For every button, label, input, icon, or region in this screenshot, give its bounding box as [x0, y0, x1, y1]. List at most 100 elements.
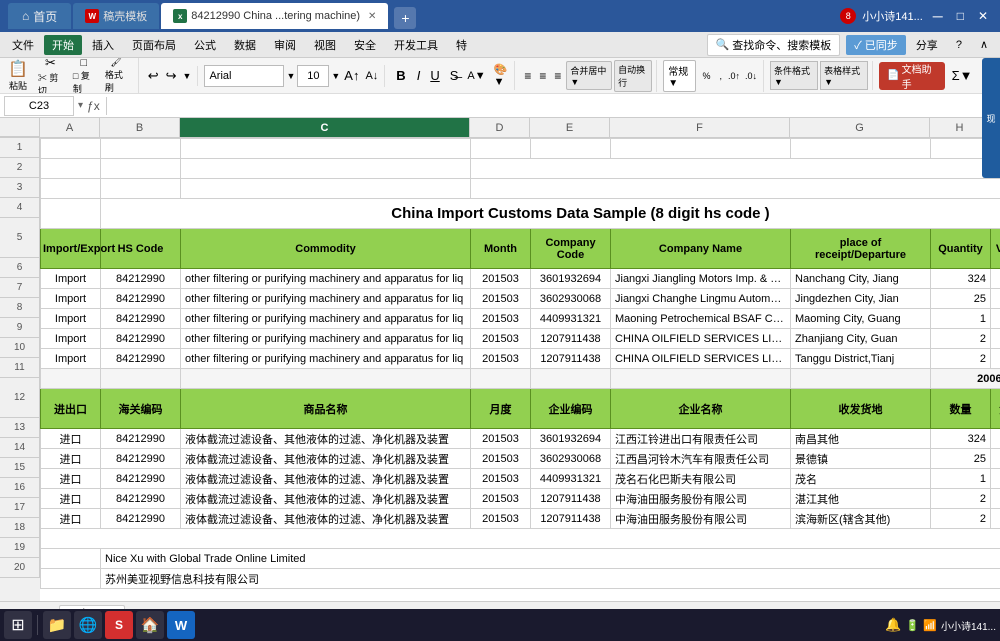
font-shrink-btn[interactable]: A↓	[363, 70, 380, 82]
cell-c3[interactable]	[181, 179, 471, 199]
menu-security[interactable]: 安全	[346, 35, 384, 55]
wrap-btn[interactable]: 自动换行	[614, 60, 652, 92]
help-btn[interactable]: ?	[948, 37, 970, 53]
number-format-dropdown[interactable]: 常规 ▼	[663, 60, 696, 92]
cell-18[interactable]	[41, 529, 1000, 549]
cell-17-i[interactable]: 108	[991, 509, 1000, 529]
cell-8-c[interactable]: other filtering or purifying machinery a…	[181, 309, 471, 329]
header-cn-place[interactable]: 收发货地	[791, 389, 931, 429]
header-en-month[interactable]: Month	[471, 229, 531, 269]
taskbar-bell-icon[interactable]: 🔔	[885, 617, 901, 633]
cell-14-g[interactable]: 景德镇	[791, 449, 931, 469]
cell-17-g[interactable]: 滨海新区(辖含其他)	[791, 509, 931, 529]
cell-16-a[interactable]: 进口	[41, 489, 101, 509]
cell-11-e[interactable]	[531, 369, 611, 389]
cell-15-g[interactable]: 茂名	[791, 469, 931, 489]
cell-c2[interactable]	[181, 159, 471, 179]
cell-16-g[interactable]: 湛江其他	[791, 489, 931, 509]
cell-6-e[interactable]: 3601932694	[531, 269, 611, 289]
cell-13-a[interactable]: 进口	[41, 429, 101, 449]
cell-11-c[interactable]	[181, 369, 471, 389]
cell-16-h[interactable]: 2	[931, 489, 991, 509]
copy-btn[interactable]: □□ 复制	[69, 58, 99, 94]
font-size-dropdown-icon[interactable]: ▼	[331, 71, 340, 81]
undo-btn[interactable]: ↩	[145, 66, 162, 86]
menu-insert[interactable]: 插入	[84, 35, 122, 55]
cell-9-c[interactable]: other filtering or purifying machinery a…	[181, 329, 471, 349]
menu-layout[interactable]: 页面布局	[124, 35, 184, 55]
header-en-company-code[interactable]: Company Code	[531, 229, 611, 269]
header-cn-qty[interactable]: 数量	[931, 389, 991, 429]
cell-14-e[interactable]: 3602930068	[531, 449, 611, 469]
row-num-19[interactable]: 19	[0, 538, 40, 558]
menu-formula[interactable]: 公式	[186, 35, 224, 55]
cell-17-b[interactable]: 84212990	[101, 509, 181, 529]
font-size-input[interactable]	[297, 65, 329, 87]
cell-a1[interactable]	[41, 139, 101, 159]
text-color-btn[interactable]: A▼	[464, 68, 488, 84]
col-g-header[interactable]: G	[790, 118, 930, 137]
sum-btn[interactable]: Σ▼	[948, 66, 977, 85]
font-grow-btn[interactable]: A↑	[342, 68, 361, 83]
cell-8-e[interactable]: 4409931321	[531, 309, 611, 329]
col-d-header[interactable]: D	[470, 118, 530, 137]
header-en-qty[interactable]: Quantity	[931, 229, 991, 269]
menu-dev[interactable]: 开发工具	[386, 35, 446, 55]
bold-btn[interactable]: B	[391, 65, 410, 86]
cell-16-d[interactable]: 201503	[471, 489, 531, 509]
cell-15-i[interactable]: 2899	[991, 469, 1000, 489]
cell-15-e[interactable]: 4409931321	[531, 469, 611, 489]
col-c-header[interactable]: C	[180, 118, 470, 137]
header-en-import[interactable]: Import/Export	[41, 229, 101, 269]
row-num-13[interactable]: 13	[0, 418, 40, 438]
cell-9-f[interactable]: CHINA OILFIELD SERVICES LIMITED	[611, 329, 791, 349]
cell-9-a[interactable]: Import	[41, 329, 101, 349]
cell-14-d[interactable]: 201503	[471, 449, 531, 469]
header-cn-company-code[interactable]: 企业编码	[531, 389, 611, 429]
header-cn-import[interactable]: 进出口	[41, 389, 101, 429]
cell-15-d[interactable]: 201503	[471, 469, 531, 489]
decimal-inc-btn[interactable]: .0↑	[726, 69, 742, 83]
right-panel-indicator[interactable]: 现	[982, 58, 1000, 178]
cell-10-b[interactable]: 84212990	[101, 349, 181, 369]
menu-start[interactable]: 开始	[44, 35, 82, 55]
cell-6-g[interactable]: Nanchang City, Jiang	[791, 269, 931, 289]
cell-6-c[interactable]: other filtering or purifying machinery a…	[181, 269, 471, 289]
search-btn[interactable]: 🔍 查找命令、搜索模板	[707, 34, 841, 56]
function-icon[interactable]: ƒx	[87, 99, 100, 113]
cell-10-i[interactable]: 108	[991, 349, 1000, 369]
row-num-1[interactable]: 1	[0, 138, 40, 158]
cell-17-e[interactable]: 1207911438	[531, 509, 611, 529]
formula-input[interactable]	[111, 100, 996, 112]
cell-11-a[interactable]	[41, 369, 101, 389]
cell-6-h[interactable]: 324	[931, 269, 991, 289]
tab-template[interactable]: W 稿壳模板	[73, 3, 159, 29]
comma-btn[interactable]: ,	[716, 69, 725, 83]
cell-d2[interactable]	[471, 159, 1000, 179]
tab-new-btn[interactable]: +	[394, 7, 416, 29]
cell-10-g[interactable]: Tanggu District,Tianj	[791, 349, 931, 369]
cell-17-c[interactable]: 液体截流过滤设备、其他液体的过滤、净化机器及装置	[181, 509, 471, 529]
cell-7-b[interactable]: 84212990	[101, 289, 181, 309]
cell-8-i[interactable]: 2899	[991, 309, 1000, 329]
cell-16-i[interactable]: 2441	[991, 489, 1000, 509]
taskbar-folder-btn[interactable]: 📁	[43, 611, 71, 639]
cell-14-a[interactable]: 进口	[41, 449, 101, 469]
expand-btn[interactable]: ∧	[972, 36, 996, 53]
cell-e1[interactable]	[531, 139, 611, 159]
cell-8-a[interactable]: Import	[41, 309, 101, 329]
row-num-3[interactable]: 3	[0, 178, 40, 198]
taskbar-home-btn[interactable]: 🏠	[136, 611, 164, 639]
taskbar-s-btn[interactable]: S	[105, 611, 133, 639]
cell-13-i[interactable]: 4566	[991, 429, 1000, 449]
row-num-4[interactable]: 4	[0, 198, 40, 218]
cell-15-c[interactable]: 液体截流过滤设备、其他液体的过滤、净化机器及装置	[181, 469, 471, 489]
taskbar-battery-icon[interactable]: 🔋	[906, 619, 920, 632]
cell-d1[interactable]	[471, 139, 531, 159]
cell-6-b[interactable]: 84212990	[101, 269, 181, 289]
fill-color-btn[interactable]: 🎨▼	[491, 61, 511, 90]
menu-view[interactable]: 视图	[306, 35, 344, 55]
row-num-20[interactable]: 20	[0, 558, 40, 578]
cell-17-d[interactable]: 201503	[471, 509, 531, 529]
row-num-10[interactable]: 10	[0, 338, 40, 358]
